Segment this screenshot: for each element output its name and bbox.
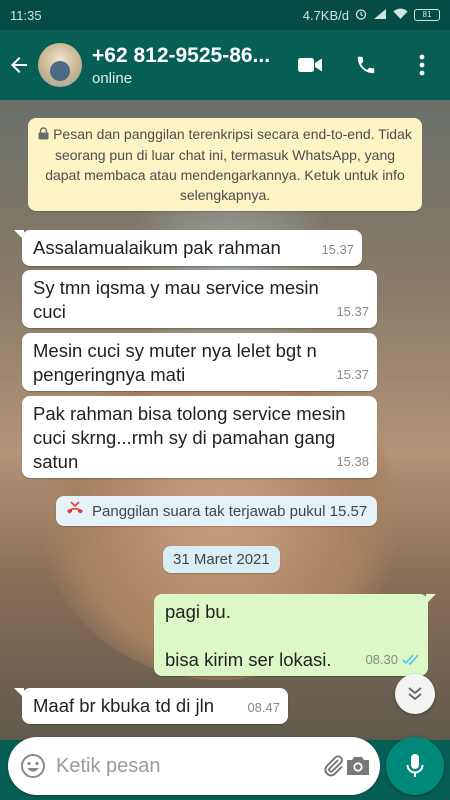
phone-icon — [357, 56, 375, 74]
missed-call-icon — [66, 501, 84, 521]
microphone-icon — [406, 754, 424, 777]
message-composer — [8, 737, 380, 795]
message-time: 15.37 — [336, 367, 369, 382]
read-receipt-icon — [402, 647, 420, 671]
message-text: Assalamualaikum pak rahman — [33, 237, 281, 258]
video-call-button[interactable] — [282, 30, 338, 100]
missed-call-text: Panggilan suara tak terjawab pukul 15.57 — [92, 502, 368, 520]
battery-icon: 81 — [414, 9, 440, 21]
more-vertical-icon — [419, 54, 425, 76]
contact-name: +62 812-9525-86... — [92, 43, 271, 67]
chat-area[interactable]: Pesan dan panggilan terenkripsi secara e… — [0, 100, 450, 740]
network-speed: 4.7KB/d — [302, 7, 349, 23]
date-chip: 31 Maret 2021 — [163, 546, 280, 573]
camera-icon — [347, 757, 369, 775]
message-time: 15.37 — [321, 242, 354, 257]
message-text: Sy tmn iqsma y mau service mesin — [33, 277, 319, 298]
status-icons: 4.7KB/d 81 — [303, 8, 440, 23]
alarm-icon — [355, 8, 367, 23]
status-time: 11:35 — [10, 7, 42, 23]
contact-status: online — [92, 69, 133, 87]
chat-header: +62 812-9525-86... online — [0, 30, 450, 100]
message-time: 08.47 — [247, 700, 280, 715]
message-text: cuci skrng...rmh sy di pamahan gang — [33, 427, 336, 448]
wifi-icon — [393, 8, 408, 23]
double-chevron-down-icon — [408, 687, 422, 701]
message-bubble-incoming[interactable]: Sy tmn iqsma y mau service mesin cuci 15… — [22, 270, 377, 328]
camera-button[interactable] — [345, 744, 371, 788]
more-options-button[interactable] — [394, 30, 450, 100]
emoji-icon — [21, 754, 45, 778]
message-bubble-incoming[interactable]: Mesin cuci sy muter nya lelet bgt n peng… — [22, 333, 377, 391]
arrow-left-icon — [11, 57, 27, 73]
message-text: satun — [33, 451, 79, 472]
message-time: 15.38 — [336, 454, 369, 469]
message-time: 15.37 — [336, 304, 369, 319]
message-bubble-incoming[interactable]: Maaf br kbuka td di jln 08.47 — [14, 688, 288, 724]
message-bubble-incoming[interactable]: Assalamualaikum pak rahman 15.37 — [14, 230, 362, 266]
signal-icon — [373, 8, 387, 23]
back-button[interactable] — [0, 30, 38, 100]
video-camera-icon — [298, 58, 322, 72]
message-text: Pak rahman bisa tolong service mesin — [33, 403, 346, 424]
encryption-text: Pesan dan panggilan terenkripsi secara e… — [45, 126, 412, 203]
scroll-to-bottom-button[interactable] — [395, 674, 435, 714]
message-text: pengeringnya mati — [33, 364, 186, 385]
message-text — [165, 624, 418, 648]
emoji-button[interactable] — [20, 751, 46, 781]
encryption-notice[interactable]: Pesan dan panggilan terenkripsi secara e… — [28, 118, 422, 211]
message-text: pagi bu. — [165, 601, 231, 622]
voice-message-button[interactable] — [386, 737, 444, 795]
voice-call-button[interactable] — [338, 30, 394, 100]
message-text: cuci — [33, 301, 66, 322]
paperclip-icon — [324, 755, 343, 777]
message-time: 08.30 — [365, 652, 398, 667]
missed-call-notice[interactable]: Panggilan suara tak terjawab pukul 15.57 — [56, 496, 378, 526]
status-bar: 11:35 4.7KB/d 81 — [0, 0, 450, 30]
message-text: Mesin cuci sy muter nya lelet bgt n — [33, 340, 317, 361]
contact-info[interactable]: +62 812-9525-86... online — [92, 44, 282, 87]
header-actions — [282, 30, 450, 100]
message-bubble-outgoing[interactable]: pagi bu. bisa kirim ser lokasi. 08.30 — [154, 594, 436, 676]
message-text: Maaf br kbuka td di jln — [33, 695, 214, 716]
lock-icon — [38, 125, 49, 145]
avatar[interactable] — [38, 43, 82, 87]
attach-button[interactable] — [321, 744, 345, 788]
message-input[interactable] — [56, 754, 321, 778]
message-bubble-incoming[interactable]: Pak rahman bisa tolong service mesin cuc… — [22, 396, 377, 478]
